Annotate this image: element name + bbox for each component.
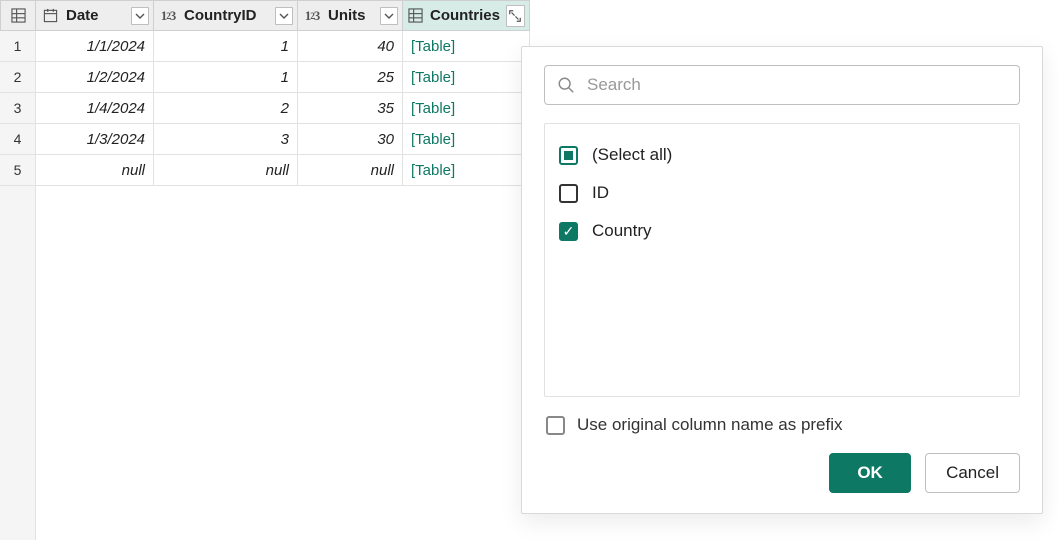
column-option-row[interactable]: ✓ Country (559, 212, 1005, 250)
column-option-row[interactable]: ID (559, 174, 1005, 212)
calendar-icon (40, 8, 60, 23)
column-header-countryid[interactable]: 123 CountryID (154, 0, 298, 31)
expand-icon (508, 9, 522, 23)
select-all-label: (Select all) (592, 145, 672, 165)
cell-countryid[interactable]: 1 (154, 31, 298, 62)
column-label: Countries (430, 7, 500, 24)
cell-countries[interactable]: [Table] (403, 124, 530, 155)
search-icon (557, 76, 575, 94)
cell-units[interactable]: 25 (298, 62, 403, 93)
cell-date[interactable]: 1/4/2024 (36, 93, 154, 124)
cell-units[interactable]: null (298, 155, 403, 186)
column-header-units[interactable]: 123 Units (298, 0, 403, 31)
table-icon (407, 8, 424, 23)
search-input[interactable] (585, 74, 1007, 96)
cell-countries[interactable]: [Table] (403, 155, 530, 186)
select-all-row[interactable]: (Select all) (559, 136, 1005, 174)
column-label: Units (328, 7, 374, 24)
dialog-buttons: OK Cancel (544, 453, 1020, 493)
cell-date[interactable]: 1/1/2024 (36, 31, 154, 62)
checkbox-unchecked-icon (546, 416, 565, 435)
column-option-label: Country (592, 221, 652, 241)
cell-date[interactable]: 1/2/2024 (36, 62, 154, 93)
column-selection-list: (Select all) ID ✓ Country (544, 123, 1020, 397)
row-number-cell: 5 (0, 155, 36, 186)
use-prefix-label: Use original column name as prefix (577, 415, 843, 435)
chevron-down-icon (384, 11, 394, 21)
row-number-header[interactable] (0, 0, 36, 31)
filter-dropdown-button[interactable] (131, 7, 149, 25)
cell-countryid[interactable]: null (154, 155, 298, 186)
cell-countries[interactable]: [Table] (403, 62, 530, 93)
cell-units[interactable]: 30 (298, 124, 403, 155)
column-header-date[interactable]: Date (36, 0, 154, 31)
cell-date[interactable]: null (36, 155, 154, 186)
filter-dropdown-button[interactable] (275, 7, 293, 25)
expand-column-button[interactable] (506, 5, 525, 27)
cell-units[interactable]: 35 (298, 93, 403, 124)
row-number-gutter (0, 186, 36, 540)
cell-countries[interactable]: [Table] (403, 93, 530, 124)
column-label: Date (66, 7, 125, 24)
cell-countryid[interactable]: 2 (154, 93, 298, 124)
number-type-icon: 123 (302, 8, 322, 24)
filter-dropdown-button[interactable] (380, 7, 398, 25)
table-icon (11, 8, 26, 23)
ok-button[interactable]: OK (829, 453, 911, 493)
cell-date[interactable]: 1/3/2024 (36, 124, 154, 155)
use-prefix-row[interactable]: Use original column name as prefix (544, 415, 1020, 435)
cell-countries[interactable]: [Table] (403, 31, 530, 62)
column-header-countries[interactable]: Countries (403, 0, 530, 31)
row-number-cell: 4 (0, 124, 36, 155)
row-number-cell: 1 (0, 31, 36, 62)
number-type-icon: 123 (158, 8, 178, 24)
checkbox-indeterminate-icon (559, 146, 578, 165)
checkbox-unchecked-icon (559, 184, 578, 203)
column-option-label: ID (592, 183, 609, 203)
cell-countryid[interactable]: 1 (154, 62, 298, 93)
column-label: CountryID (184, 7, 269, 24)
cell-countryid[interactable]: 3 (154, 124, 298, 155)
cancel-button[interactable]: Cancel (925, 453, 1020, 493)
row-number-cell: 3 (0, 93, 36, 124)
checkbox-checked-icon: ✓ (559, 222, 578, 241)
chevron-down-icon (135, 11, 145, 21)
row-number-cell: 2 (0, 62, 36, 93)
cell-units[interactable]: 40 (298, 31, 403, 62)
search-box[interactable] (544, 65, 1020, 105)
expand-column-popup: (Select all) ID ✓ Country Use original col… (521, 46, 1043, 514)
grid-header-row: Date 123 CountryID 123 Units (0, 0, 1058, 31)
chevron-down-icon (279, 11, 289, 21)
